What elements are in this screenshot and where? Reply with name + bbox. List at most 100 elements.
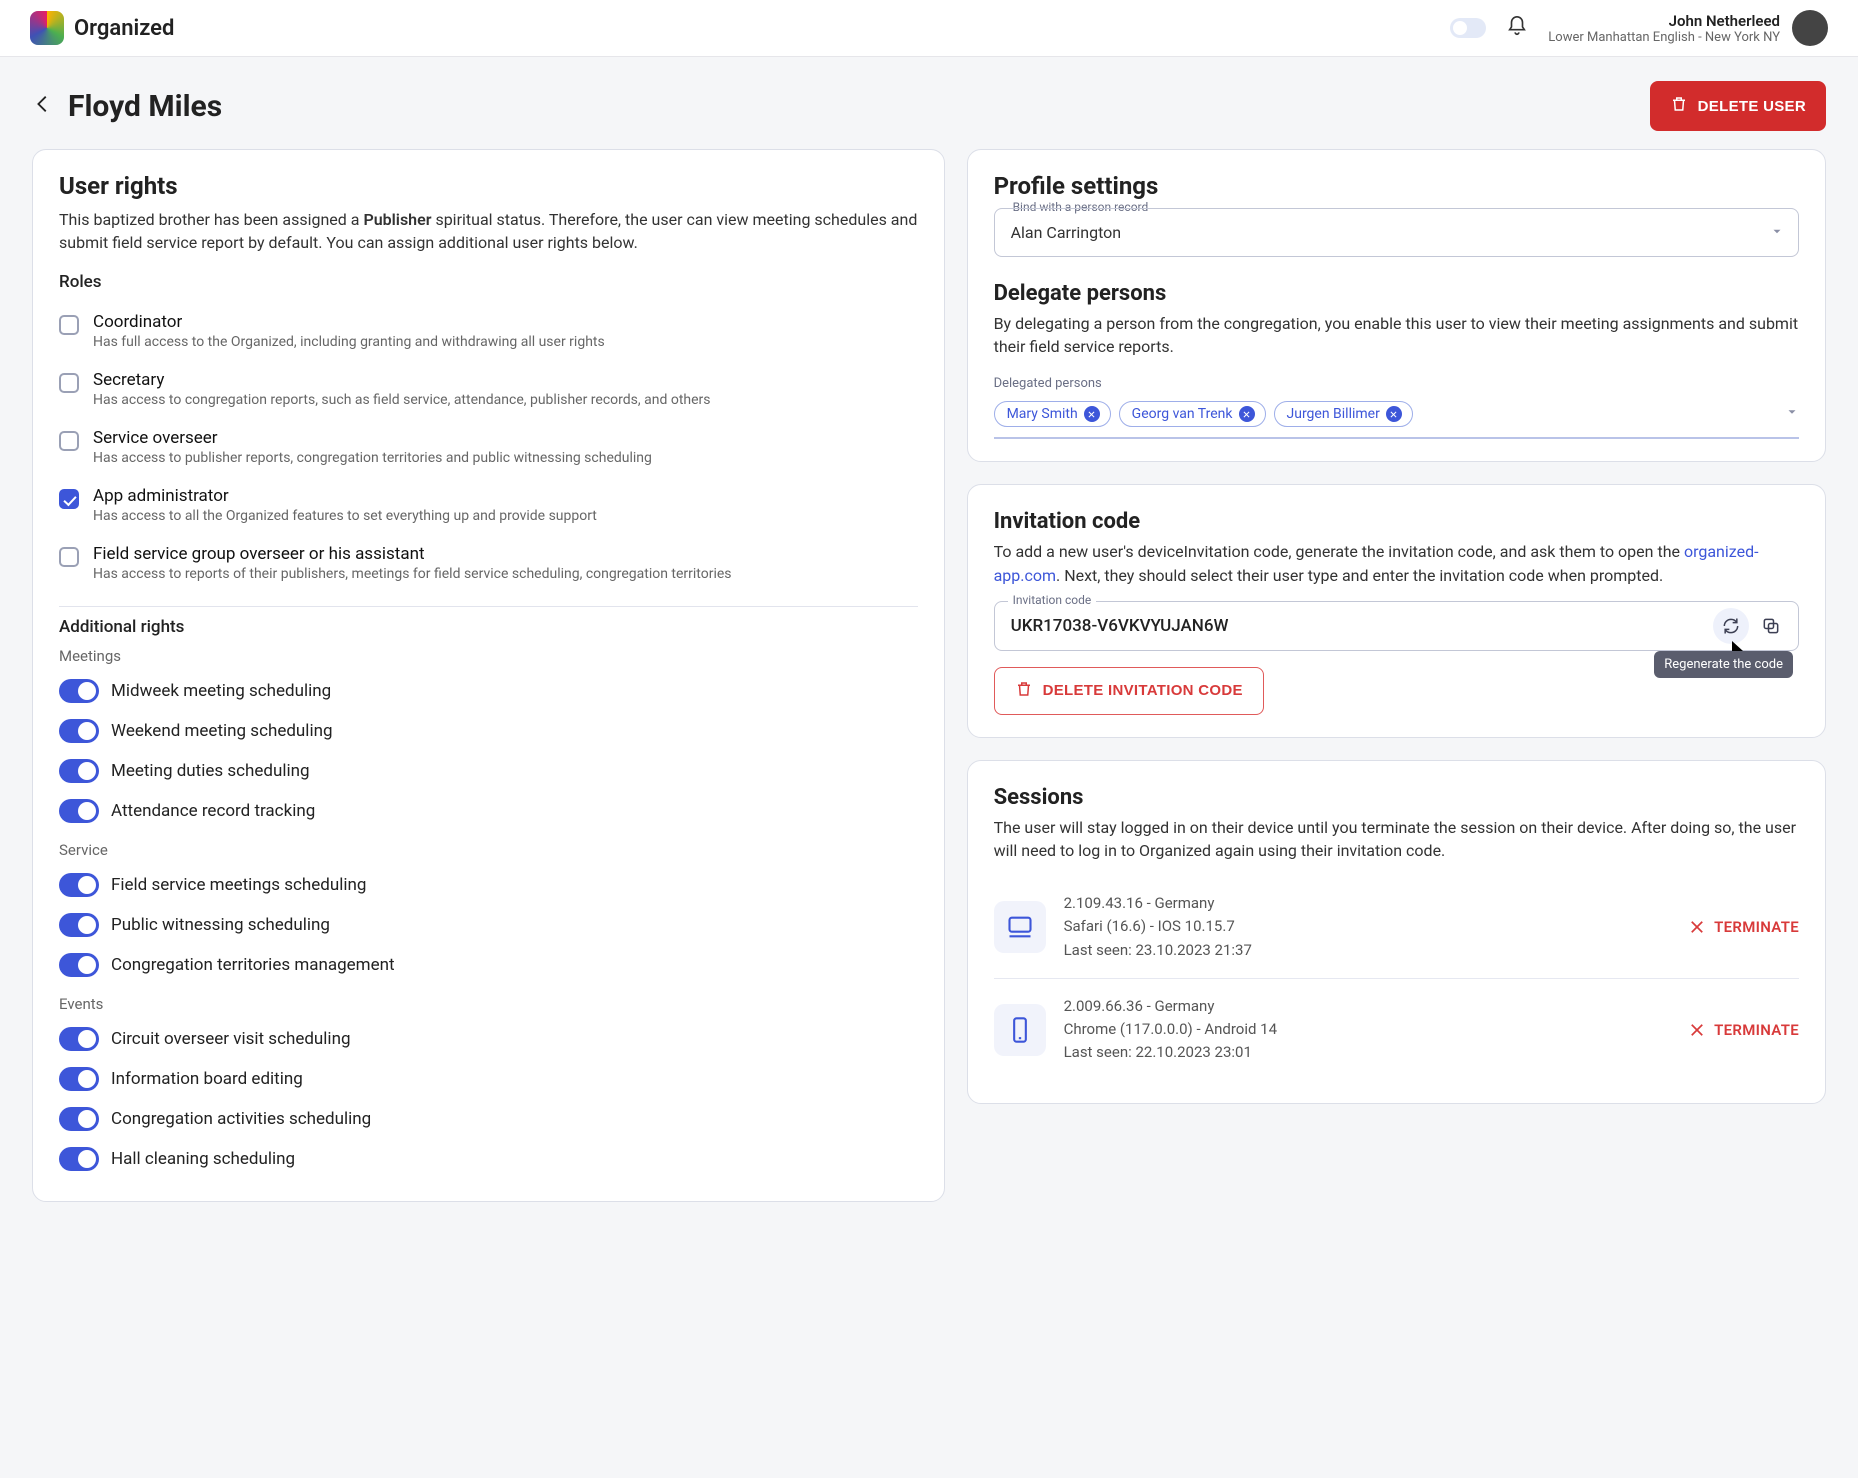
- toggle-row: Public witnessing scheduling: [59, 905, 918, 945]
- toggle-label: Public witnessing scheduling: [111, 915, 330, 935]
- toggle-row: Field service meetings scheduling: [59, 865, 918, 905]
- user-rights-desc: This baptized brother has been assigned …: [59, 208, 918, 254]
- theme-toggle[interactable]: [1450, 18, 1486, 38]
- toggle-switch[interactable]: [59, 913, 99, 937]
- chip-label: Mary Smith: [1007, 406, 1078, 422]
- toggle-label: Congregation activities scheduling: [111, 1109, 371, 1129]
- session-ua: Safari (16.6) - IOS 10.15.7: [1064, 915, 1671, 938]
- invitation-code-value: UKR17038-V6VKVYUJAN6W: [994, 601, 1799, 651]
- user-block[interactable]: John Netherleed Lower Manhattan English …: [1548, 10, 1828, 46]
- role-checkbox[interactable]: [59, 373, 79, 393]
- delegate-title: Delegate persons: [994, 281, 1799, 306]
- toggle-switch[interactable]: [59, 1147, 99, 1171]
- brand-name: Organized: [74, 16, 174, 41]
- delegate-chip[interactable]: Mary Smith: [994, 401, 1111, 427]
- subgroup-label: Meetings: [59, 647, 918, 665]
- toggle-row: Circuit overseer visit scheduling: [59, 1019, 918, 1059]
- session-row: 2.109.43.16 - Germany Safari (16.6) - IO…: [994, 876, 1799, 978]
- roles-heading: Roles: [59, 272, 918, 292]
- sessions-desc: The user will stay logged in on their de…: [994, 816, 1799, 862]
- role-row: Secretary Has access to congregation rep…: [59, 360, 918, 418]
- chevron-down-icon: [1770, 223, 1784, 242]
- page-head: Floyd Miles DELETE USER: [0, 57, 1858, 141]
- session-lastseen: Last seen: 22.10.2023 23:01: [1064, 1041, 1671, 1064]
- toggle-switch[interactable]: [59, 953, 99, 977]
- sessions-card: Sessions The user will stay logged in on…: [967, 760, 1826, 1104]
- main: User rights This baptized brother has be…: [0, 141, 1858, 1234]
- bell-icon[interactable]: [1506, 15, 1528, 41]
- user-location: Lower Manhattan English - New York NY: [1548, 30, 1780, 45]
- bind-person-select[interactable]: Bind with a person record Alan Carringto…: [994, 208, 1799, 257]
- delete-user-button[interactable]: DELETE USER: [1650, 81, 1826, 131]
- terminate-label: TERMINATE: [1714, 918, 1799, 936]
- app-header: Organized John Netherleed Lower Manhatta…: [0, 0, 1858, 57]
- delegate-desc: By delegating a person from the congrega…: [994, 312, 1799, 358]
- delegate-chip-row[interactable]: Mary Smith Georg van Trenk Jurgen Billim…: [994, 397, 1799, 439]
- toggle-label: Midweek meeting scheduling: [111, 681, 331, 701]
- profile-settings-card: Profile settings Bind with a person reco…: [967, 149, 1826, 462]
- session-ip: 2.109.43.16 - Germany: [1064, 892, 1671, 915]
- toggle-switch[interactable]: [59, 873, 99, 897]
- delete-invitation-label: DELETE INVITATION CODE: [1043, 682, 1243, 699]
- chip-label: Jurgen Billimer: [1287, 406, 1380, 422]
- role-checkbox[interactable]: [59, 547, 79, 567]
- back-button[interactable]: [32, 93, 54, 119]
- role-title: Secretary: [93, 370, 711, 390]
- invitation-code-field-wrap: Invitation code UKR17038-V6VKVYUJAN6W Re…: [994, 601, 1799, 651]
- trash-icon: [1015, 680, 1033, 702]
- role-checkbox[interactable]: [59, 431, 79, 451]
- terminate-button[interactable]: TERMINATE: [1688, 918, 1799, 936]
- role-row: Coordinator Has full access to the Organ…: [59, 302, 918, 360]
- close-icon: [1688, 1021, 1706, 1039]
- toggle-label: Information board editing: [111, 1069, 303, 1089]
- brand[interactable]: Organized: [30, 11, 174, 45]
- toggle-switch[interactable]: [59, 1107, 99, 1131]
- role-row: Service overseer Has access to publisher…: [59, 418, 918, 476]
- terminate-button[interactable]: TERMINATE: [1688, 1021, 1799, 1039]
- toggle-row: Congregation territories management: [59, 945, 918, 985]
- delete-user-label: DELETE USER: [1698, 98, 1806, 115]
- toggle-switch[interactable]: [59, 759, 99, 783]
- chip-remove-icon[interactable]: [1386, 406, 1402, 422]
- regenerate-tooltip: Regenerate the code: [1654, 651, 1793, 678]
- role-checkbox[interactable]: [59, 315, 79, 335]
- chip-remove-icon[interactable]: [1084, 406, 1100, 422]
- chip-label: Georg van Trenk: [1132, 406, 1233, 422]
- copy-code-button[interactable]: [1753, 608, 1789, 644]
- close-icon: [1688, 918, 1706, 936]
- delegate-chip[interactable]: Georg van Trenk: [1119, 401, 1266, 427]
- toggle-label: Meeting duties scheduling: [111, 761, 310, 781]
- toggle-switch[interactable]: [59, 719, 99, 743]
- delegate-chip[interactable]: Jurgen Billimer: [1274, 401, 1413, 427]
- regenerate-code-button[interactable]: [1713, 608, 1749, 644]
- delete-invitation-code-button[interactable]: DELETE INVITATION CODE: [994, 667, 1264, 715]
- toggle-row: Meeting duties scheduling: [59, 751, 918, 791]
- role-title: Service overseer: [93, 428, 652, 448]
- toggle-label: Attendance record tracking: [111, 801, 315, 821]
- role-desc: Has access to publisher reports, congreg…: [93, 450, 652, 466]
- toggle-switch[interactable]: [59, 679, 99, 703]
- role-desc: Has access to congregation reports, such…: [93, 392, 711, 408]
- bind-person-value: Alan Carrington: [1011, 223, 1122, 242]
- toggle-switch[interactable]: [59, 1067, 99, 1091]
- additional-rights-heading: Additional rights: [59, 617, 918, 637]
- toggle-label: Circuit overseer visit scheduling: [111, 1029, 351, 1049]
- user-rights-title: User rights: [59, 172, 918, 200]
- invitation-title: Invitation code: [994, 509, 1799, 534]
- toggle-row: Congregation activities scheduling: [59, 1099, 918, 1139]
- toggle-row: Attendance record tracking: [59, 791, 918, 831]
- role-checkbox[interactable]: [59, 489, 79, 509]
- toggle-switch[interactable]: [59, 799, 99, 823]
- divider: [59, 606, 918, 607]
- profile-settings-title: Profile settings: [994, 172, 1799, 200]
- role-desc: Has access to all the Organized features…: [93, 508, 597, 524]
- toggle-label: Field service meetings scheduling: [111, 875, 366, 895]
- toggle-switch[interactable]: [59, 1027, 99, 1051]
- chip-remove-icon[interactable]: [1239, 406, 1255, 422]
- toggle-row: Hall cleaning scheduling: [59, 1139, 918, 1179]
- toggle-row: Information board editing: [59, 1059, 918, 1099]
- invitation-desc: To add a new user's deviceInvitation cod…: [994, 540, 1799, 586]
- role-row: App administrator Has access to all the …: [59, 476, 918, 534]
- delegate-label: Delegated persons: [994, 376, 1799, 391]
- role-title: Coordinator: [93, 312, 605, 332]
